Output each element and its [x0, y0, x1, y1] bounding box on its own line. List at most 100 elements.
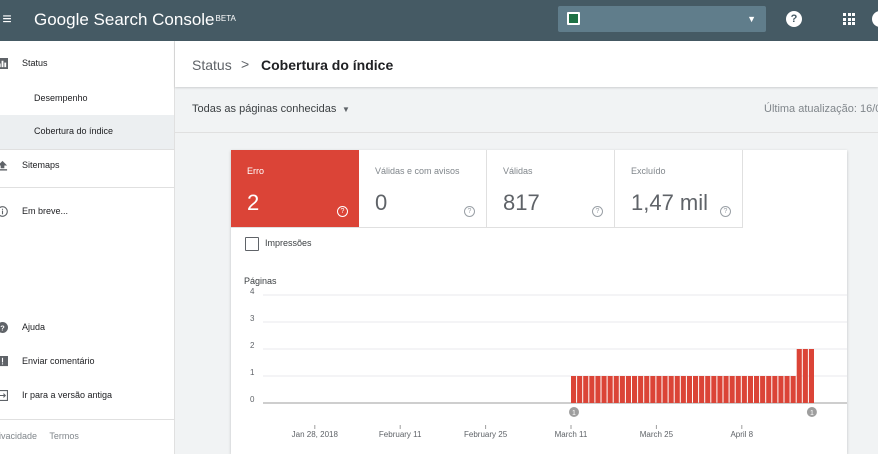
sidebar-item-sitemaps[interactable]: Sitemaps — [0, 149, 174, 183]
help-icon: ? — [0, 322, 8, 333]
feedback-icon — [0, 356, 8, 367]
chart-bar[interactable] — [808, 349, 814, 403]
chart-bar[interactable] — [686, 376, 692, 403]
page-header: Status > Cobertura do índice — [175, 41, 878, 87]
chart-bar[interactable] — [766, 376, 772, 403]
sidebar-item-desempenho[interactable]: Desempenho — [0, 82, 174, 116]
help-icon[interactable]: ? — [592, 206, 603, 217]
sidebar-item-label: Cobertura do índice — [34, 126, 114, 136]
chart-bar[interactable] — [772, 376, 778, 403]
chart-bar[interactable] — [802, 349, 808, 403]
tile-value: 2 — [247, 190, 260, 215]
chart-bar[interactable] — [796, 349, 802, 403]
chart-bar[interactable] — [790, 376, 796, 403]
terms-link[interactable]: Termos — [49, 431, 79, 441]
page-title: Cobertura do índice — [261, 57, 394, 73]
chart-bar[interactable] — [601, 376, 607, 403]
chart-bar[interactable] — [595, 376, 601, 403]
sidebar-item-label: Status — [22, 58, 48, 68]
coverage-chart: Páginas 0 1 2 3 4 Jan 28, 2018 February 11 Febr… — [244, 276, 847, 439]
chart-bar[interactable] — [705, 376, 711, 403]
chart-bar[interactable] — [723, 376, 729, 403]
tile-value: 0 — [375, 190, 388, 215]
apps-grid-icon[interactable] — [843, 13, 855, 25]
avatar[interactable] — [872, 11, 878, 27]
help-icon[interactable]: ? — [786, 11, 802, 27]
annotation-label: 1 — [572, 410, 576, 417]
chevron-down-icon[interactable]: ▼ — [342, 105, 350, 114]
chart-bar[interactable] — [741, 376, 747, 403]
sidebar-item-cobertura[interactable]: Cobertura do índice — [0, 115, 174, 149]
help-icon[interactable]: ? — [720, 206, 731, 217]
x-tick-label: February 25 — [464, 430, 508, 439]
divider — [0, 419, 174, 420]
breadcrumb-separator: > — [241, 56, 250, 72]
sidebar-footer: rivacidade Termos — [0, 431, 89, 441]
chart-bar[interactable] — [650, 376, 656, 403]
help-icon[interactable]: ? — [464, 206, 475, 217]
chart-bar[interactable] — [668, 376, 674, 403]
sidebar: Status Desempenho Cobertura do índice Si… — [0, 41, 175, 454]
svg-text:?: ? — [0, 323, 5, 332]
sidebar-item-feedback[interactable]: Enviar comentário — [0, 345, 174, 379]
x-tick-label: March 11 — [555, 430, 588, 439]
chart-bar[interactable] — [693, 376, 699, 403]
tile-valid-warnings[interactable]: Válidas e com avisos 0 ? — [359, 150, 487, 228]
chart-bar[interactable] — [747, 376, 753, 403]
chart-bar[interactable] — [680, 376, 686, 403]
bar-chart-icon — [0, 58, 8, 69]
impressions-checkbox[interactable] — [245, 237, 259, 251]
sidebar-item-ajuda[interactable]: ? Ajuda — [0, 311, 174, 345]
chart-bar[interactable] — [717, 376, 723, 403]
pages-filter-dropdown[interactable]: Todas as páginas conhecidas — [192, 103, 336, 115]
chart-bar[interactable] — [778, 376, 784, 403]
tile-error[interactable]: Erro 2 ? — [231, 150, 359, 228]
menu-icon[interactable]: ≡ — [0, 10, 16, 30]
chart-bar[interactable] — [571, 376, 577, 403]
chart-bar[interactable] — [711, 376, 717, 403]
x-tick-label: March 25 — [640, 430, 674, 439]
breadcrumb-parent[interactable]: Status — [192, 57, 232, 73]
brand-name: Google Search Console — [34, 10, 215, 29]
chart-bar[interactable] — [729, 376, 735, 403]
info-icon — [0, 206, 8, 217]
sidebar-item-em-breve[interactable]: Em breve... — [0, 195, 174, 229]
impressions-label: Impressões — [265, 238, 312, 248]
last-updated-text: Última atualização: 16/0 — [764, 103, 878, 115]
y-axis-title: Páginas — [244, 276, 277, 286]
beta-badge: BETA — [215, 14, 236, 23]
chart-bar[interactable] — [735, 376, 741, 403]
chart-bar[interactable] — [583, 376, 589, 403]
y-tick-label: 4 — [250, 287, 255, 296]
chart-bar[interactable] — [760, 376, 766, 403]
tile-label: Erro — [247, 166, 265, 176]
chart-bar[interactable] — [656, 376, 662, 403]
chart-bar[interactable] — [662, 376, 668, 403]
chart-bar[interactable] — [625, 376, 631, 403]
y-tick-label: 0 — [250, 395, 255, 404]
tile-value: 817 — [503, 190, 540, 215]
help-icon[interactable]: ? — [337, 206, 348, 217]
chart-bar[interactable] — [754, 376, 760, 403]
sidebar-item-status[interactable]: Status — [0, 47, 174, 81]
chart-bar[interactable] — [589, 376, 595, 403]
property-selector[interactable]: ▼ — [558, 6, 766, 32]
chart-bar[interactable] — [784, 376, 790, 403]
chart-bar[interactable] — [644, 376, 650, 403]
sidebar-item-label: Ajuda — [22, 322, 46, 332]
sidebar-item-label: Ir para a versão antiga — [22, 390, 113, 400]
chart-bar[interactable] — [607, 376, 613, 403]
tile-valid[interactable]: Válidas 817 ? — [487, 150, 615, 228]
chevron-down-icon: ▼ — [747, 14, 756, 24]
tile-excluded[interactable]: Excluído 1,47 mil ? — [615, 150, 743, 228]
chart-bar[interactable] — [577, 376, 583, 403]
chart-bar[interactable] — [674, 376, 680, 403]
chart-bar[interactable] — [638, 376, 644, 403]
chart-bar[interactable] — [613, 376, 619, 403]
privacy-link[interactable]: rivacidade — [0, 431, 37, 441]
chart-bar[interactable] — [619, 376, 625, 403]
sidebar-item-label: Em breve... — [22, 206, 69, 216]
chart-bar[interactable] — [699, 376, 705, 403]
chart-bar[interactable] — [632, 376, 638, 403]
sidebar-item-old-version[interactable]: Ir para a versão antiga — [0, 379, 174, 413]
